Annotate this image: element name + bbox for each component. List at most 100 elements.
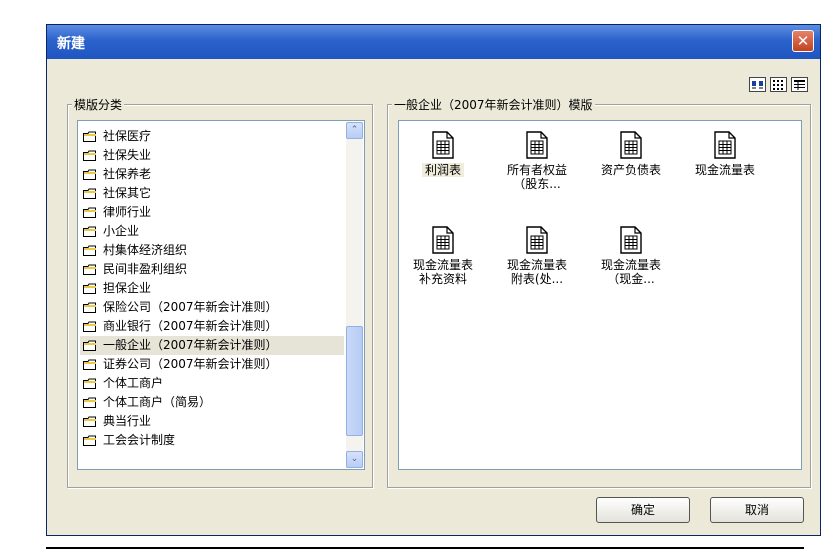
list-item-label: 证券公司（2007年新会计准则） <box>103 357 278 371</box>
list-item[interactable]: 个体工商户 <box>80 374 344 393</box>
template-item[interactable]: 现金流量表 <box>683 131 767 177</box>
close-button[interactable]: ✕ <box>792 30 814 52</box>
list-item[interactable]: 典当行业 <box>80 412 344 431</box>
folder-icon <box>83 302 96 313</box>
spreadsheet-document-icon <box>714 131 736 159</box>
list-item[interactable]: 律师行业 <box>80 203 344 222</box>
folder-icon <box>83 169 96 180</box>
dialog-title: 新建 <box>57 36 85 52</box>
template-item[interactable]: 利润表 <box>401 131 485 177</box>
list-item[interactable]: 一般企业（2007年新会计准则） <box>80 336 344 355</box>
list-item-label: 商业银行（2007年新会计准则） <box>103 319 278 333</box>
category-scrollbar[interactable]: ⌃ ⌄ <box>346 122 363 468</box>
folder-icon <box>83 378 96 389</box>
close-icon: ✕ <box>796 32 810 50</box>
list-item[interactable]: 民间非盈利组织 <box>80 260 344 279</box>
list-item[interactable]: 村集体经济组织 <box>80 241 344 260</box>
list-item-label: 村集体经济组织 <box>103 243 188 257</box>
list-item-label: 个体工商户 <box>103 376 164 390</box>
scroll-up-button[interactable]: ⌃ <box>346 122 363 139</box>
folder-icon <box>83 435 96 446</box>
spreadsheet-document-icon <box>620 131 642 159</box>
list-item-label: 一般企业（2007年新会计准则） <box>103 338 278 352</box>
folder-icon <box>83 245 96 256</box>
list-item-label: 社保失业 <box>103 148 152 162</box>
template-label: 现金流量表 <box>506 258 567 272</box>
category-group-label: 模版分类 <box>72 96 125 113</box>
category-items: 社保医疗社保失业社保养老社保其它律师行业小企业村集体经济组织 民间非盈利组织 担保企… <box>80 127 344 450</box>
template-item[interactable]: 现金流量表 补充资料 <box>401 226 485 286</box>
list-item-label: 担保企业 <box>103 281 152 295</box>
spreadsheet-document-icon <box>432 131 454 159</box>
category-groupbox: 模版分类 社保医疗社保失业社保养老社保其它律师行业小企业村集体经济组织 民间非盈利… <box>67 96 373 488</box>
folder-icon <box>83 321 96 332</box>
list-item-label: 个体工商户（简易） <box>103 395 212 409</box>
template-item[interactable]: 资产负债表 <box>589 131 673 177</box>
template-label: 现金流量表 <box>694 163 755 177</box>
list-item-label: 社保其它 <box>103 186 152 200</box>
details-icon[interactable] <box>791 77 808 92</box>
template-groupbox: 一般企业（2007年新会计准则）模版 利润表 所有者权益 （股东... 资产负债表 现金… <box>387 96 811 488</box>
scroll-down-button[interactable]: ⌄ <box>346 451 363 468</box>
list-item-label: 社保养老 <box>103 167 152 181</box>
template-item[interactable]: 现金流量表 附表(处... <box>495 226 579 286</box>
template-label-line2: （股东... <box>513 177 561 191</box>
folder-icon <box>83 188 96 199</box>
list-item[interactable]: 担保企业 <box>80 279 344 298</box>
list-item-label: 社保医疗 <box>103 129 152 143</box>
divider <box>46 547 804 549</box>
small-icons-icon[interactable] <box>770 77 787 92</box>
new-dialog: 新建 ✕ 模版分类 社保医疗社保失业社保养老社保其它律师行业小企业村集体经济组织… <box>46 24 821 536</box>
list-item[interactable]: 个体工商户（简易） <box>80 393 344 412</box>
list-item[interactable]: 商业银行（2007年新会计准则） <box>80 317 344 336</box>
list-item[interactable]: 保险公司（2007年新会计准则） <box>80 298 344 317</box>
folder-icon <box>83 283 96 294</box>
cancel-button[interactable]: 取消 <box>710 497 804 523</box>
folder-icon <box>83 397 96 408</box>
folder-icon <box>83 131 96 142</box>
list-item[interactable]: 工会会计制度 <box>80 431 344 450</box>
list-item-label: 民间非盈利组织 <box>103 262 188 276</box>
category-list[interactable]: 社保医疗社保失业社保养老社保其它律师行业小企业村集体经济组织 民间非盈利组织 担保企… <box>77 120 365 470</box>
list-item[interactable]: 社保养老 <box>80 165 344 184</box>
chevron-down-icon: ⌄ <box>350 454 359 464</box>
list-item-label: 典当行业 <box>103 414 152 428</box>
folder-icon <box>83 226 96 237</box>
list-item[interactable]: 社保其它 <box>80 184 344 203</box>
folder-icon <box>83 150 96 161</box>
template-label-line2: 补充资料 <box>418 272 467 286</box>
spreadsheet-document-icon <box>526 226 548 254</box>
template-item[interactable]: 所有者权益 （股东... <box>495 131 579 191</box>
template-list[interactable]: 利润表 所有者权益 （股东... 资产负债表 现金流量表 现金流量表 补充资料 现金流量表 附表… <box>398 120 802 470</box>
list-item-label: 保险公司（2007年新会计准则） <box>103 300 278 314</box>
list-item[interactable]: 社保失业 <box>80 146 344 165</box>
list-item-label: 工会会计制度 <box>103 433 176 447</box>
template-label: 利润表 <box>421 163 464 177</box>
list-item[interactable]: 小企业 <box>80 222 344 241</box>
folder-icon <box>83 340 96 351</box>
spreadsheet-document-icon <box>432 226 454 254</box>
template-label: 所有者权益 <box>506 163 567 177</box>
template-label: 资产负债表 <box>600 163 661 177</box>
scroll-thumb[interactable] <box>346 326 363 436</box>
chevron-up-icon: ⌃ <box>350 125 359 135</box>
template-item[interactable]: 现金流量表 （现金... <box>589 226 673 286</box>
template-label: 现金流量表 <box>600 258 661 272</box>
template-label-line2: 附表(处... <box>510 272 564 286</box>
template-label: 现金流量表 <box>412 258 473 272</box>
spreadsheet-document-icon <box>526 131 548 159</box>
list-item[interactable]: 证券公司（2007年新会计准则） <box>80 355 344 374</box>
spreadsheet-document-icon <box>620 226 642 254</box>
folder-icon <box>83 207 96 218</box>
folder-icon <box>83 359 96 370</box>
list-item-label: 小企业 <box>103 224 140 238</box>
title-bar[interactable]: 新建 ✕ <box>47 25 820 59</box>
template-label-line2: （现金... <box>607 272 655 286</box>
folder-icon <box>83 416 96 427</box>
ok-button[interactable]: 确定 <box>596 497 690 523</box>
view-mode-toolbar <box>749 77 808 92</box>
large-icons-icon[interactable] <box>749 77 766 92</box>
list-item[interactable]: 社保医疗 <box>80 127 344 146</box>
list-item-label: 律师行业 <box>103 205 152 219</box>
folder-icon <box>83 264 96 275</box>
